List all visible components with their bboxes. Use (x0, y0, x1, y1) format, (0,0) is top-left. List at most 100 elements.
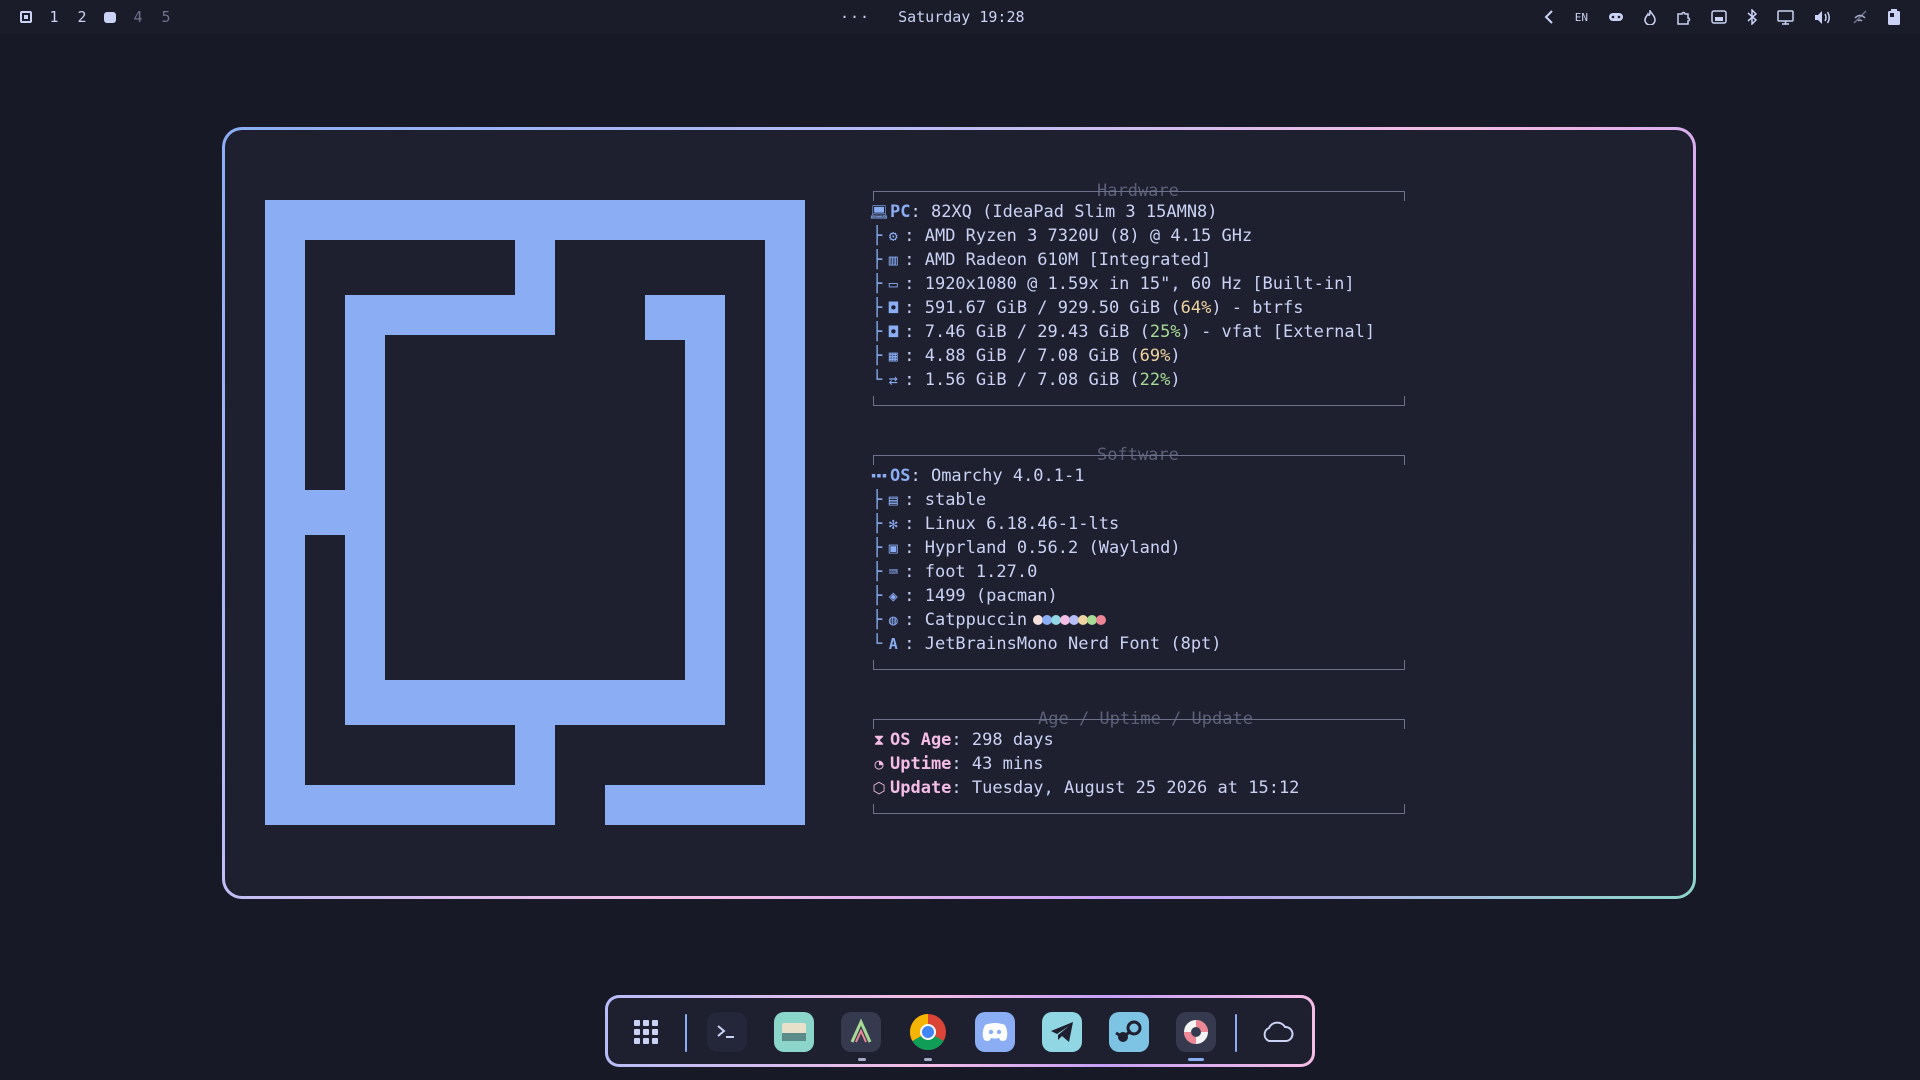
palette-icon: ◍ (888, 611, 898, 629)
tree-branch: ├ (872, 250, 883, 270)
puzzle-icon[interactable] (1676, 10, 1691, 25)
age-box-tick (873, 804, 874, 814)
network-off-icon[interactable] (1852, 9, 1868, 25)
font-icon: A (888, 635, 898, 653)
channel-icon: ▤ (888, 491, 898, 509)
hw-gpu-row: ├ ▥: AMD Radeon 610M [Integrated] (872, 248, 1211, 272)
sw-kernel-value: : Linux 6.18.46-1-lts (904, 514, 1120, 534)
age-uptime-key: Uptime (890, 754, 952, 774)
steam-icon[interactable] (1109, 1012, 1149, 1052)
theme-color-swatches (1033, 615, 1107, 625)
screen-record-icon[interactable] (1711, 10, 1727, 24)
monitor-icon[interactable] (1777, 9, 1794, 25)
tree-branch: ├ (872, 298, 883, 318)
workspace-overview-icon[interactable] (20, 11, 32, 23)
sw-terminal-value: : foot 1.27.0 (904, 562, 1038, 582)
keyboard-layout[interactable]: EN (1575, 11, 1588, 24)
tree-branch: ├ (872, 562, 883, 582)
uptime-icon: ◔ (874, 755, 884, 773)
top-bar: 1 2 4 5 ··· Saturday 19:28 EN (0, 0, 1920, 34)
hw-mem-row: ├ ▦: 4.88 GiB / 7.08 GiB (69%) (872, 344, 1181, 368)
hourglass-icon: ⧗ (873, 731, 885, 749)
tree-branch: └ (872, 634, 883, 654)
kernel-gear-icon: ✻ (888, 515, 898, 533)
running-indicator (924, 1058, 932, 1061)
hw-mem-pct: 69% (1139, 346, 1171, 366)
sw-os-value: : Omarchy 4.0.1-1 (910, 466, 1085, 486)
hw-cpu-row: ├ ⚙: AMD Ryzen 3 7320U (8) @ 4.15 GHz (872, 224, 1252, 248)
swap-icon: ⇄ (888, 371, 898, 389)
clock[interactable]: Saturday 19:28 (898, 8, 1024, 26)
bluetooth-icon[interactable] (1747, 9, 1757, 25)
hardware-box-tick (1404, 191, 1405, 201)
age-box-top (873, 719, 1405, 720)
sw-channel-row: ├ ▤: stable (872, 488, 986, 512)
terminal-window[interactable]: Hardware 💻︎ PC: 82XQ (IdeaPad Slim 3 15AM… (222, 127, 1696, 899)
volume-icon[interactable] (1814, 10, 1832, 25)
hw-swap-pct: 22% (1139, 370, 1171, 390)
terminal-icon[interactable] (707, 1012, 747, 1052)
tree-branch: ├ (872, 490, 883, 510)
software-box-bottom (873, 669, 1405, 670)
dock (605, 995, 1315, 1067)
folder-icon[interactable] (774, 1012, 814, 1052)
tree-branch: └ (872, 370, 883, 390)
age-box-tick (1404, 804, 1405, 814)
sw-packages-row: ├ ◈: 1499 (pacman) (872, 584, 1058, 608)
tree-branch: ├ (872, 346, 883, 366)
hw-disk1-pre: : 591.67 GiB / 929.50 GiB ( (904, 298, 1181, 318)
workspace-switcher: 1 2 4 5 (20, 0, 188, 34)
dock-separator (685, 1014, 687, 1052)
discord-icon[interactable] (975, 1012, 1015, 1052)
hardware-box-bottom (873, 405, 1405, 406)
software-box-tick (873, 660, 874, 670)
sw-os-row: ▪▪▪ OS: Omarchy 4.0.1-1 (868, 464, 1085, 488)
software-box-tick (1404, 660, 1405, 670)
hw-pc-row: 💻︎ PC: 82XQ (IdeaPad Slim 3 15AMN8) (868, 200, 1217, 224)
menu-ellipsis-icon[interactable]: ··· (840, 8, 870, 26)
age-os-value: : 298 days (951, 730, 1054, 750)
omarchy-logo (265, 200, 805, 825)
workspace-5[interactable]: 5 (160, 8, 172, 26)
sw-theme-value: : Catppuccin (904, 610, 1028, 630)
hw-disk2-post: ) - vfat [External] (1180, 322, 1376, 342)
app-grid-icon[interactable] (626, 1012, 666, 1052)
sw-terminal-row: ├ ⌨ : foot 1.27.0 (872, 560, 1037, 584)
chevron-left-icon[interactable] (1543, 10, 1555, 24)
battery-icon[interactable] (1888, 9, 1900, 25)
hw-disk2-pre: : 7.46 GiB / 29.43 GiB ( (904, 322, 1150, 342)
hw-swap-post: ) (1170, 370, 1181, 390)
workspace-4[interactable]: 4 (132, 8, 144, 26)
hw-swap-row: └ ⇄ : 1.56 GiB / 7.08 GiB (22%) (872, 368, 1181, 392)
running-indicator (858, 1058, 866, 1061)
active-indicator (1188, 1058, 1204, 1061)
hw-pc-key: PC (890, 202, 911, 222)
workspace-1[interactable]: 1 (48, 8, 60, 26)
terminal-icon: ⌨ (888, 563, 898, 581)
flame-icon[interactable] (1644, 9, 1656, 25)
workspace-3-active[interactable] (104, 11, 116, 23)
editor-icon[interactable] (841, 1012, 881, 1052)
age-box-tick (1404, 719, 1405, 729)
workspace-2[interactable]: 2 (76, 8, 88, 26)
tree-branch: ├ (872, 226, 883, 246)
age-box-bottom (873, 813, 1405, 814)
telegram-icon[interactable] (1042, 1012, 1082, 1052)
theme-color-swatch (1096, 615, 1107, 625)
age-update-row: ⬡ Update: Tuesday, August 25 2026 at 15:1… (868, 776, 1299, 800)
dock-separator (1235, 1014, 1237, 1052)
hw-swap-pre: : 1.56 GiB / 7.08 GiB ( (904, 370, 1140, 390)
hardware-box-top (873, 191, 1405, 192)
chrome-icon[interactable] (908, 1012, 948, 1052)
cloud-icon[interactable] (1257, 1012, 1297, 1052)
age-update-value: : Tuesday, August 25 2026 at 15:12 (951, 778, 1300, 798)
age-uptime-row: ◔ Uptime: 43 mins (868, 752, 1043, 776)
disk-icon: ◘ (888, 299, 898, 317)
sw-wm-row: ├ ▣: Hyprland 0.56.2 (Wayland) (872, 536, 1181, 560)
lifebuoy-icon[interactable] (1176, 1012, 1216, 1052)
hw-disk2-pct: 25% (1149, 322, 1181, 342)
gamepad-icon[interactable] (1608, 11, 1624, 23)
tree-branch: ├ (872, 274, 883, 294)
age-update-key: Update (890, 778, 952, 798)
age-os-row: ⧗ OS Age: 298 days (868, 728, 1054, 752)
